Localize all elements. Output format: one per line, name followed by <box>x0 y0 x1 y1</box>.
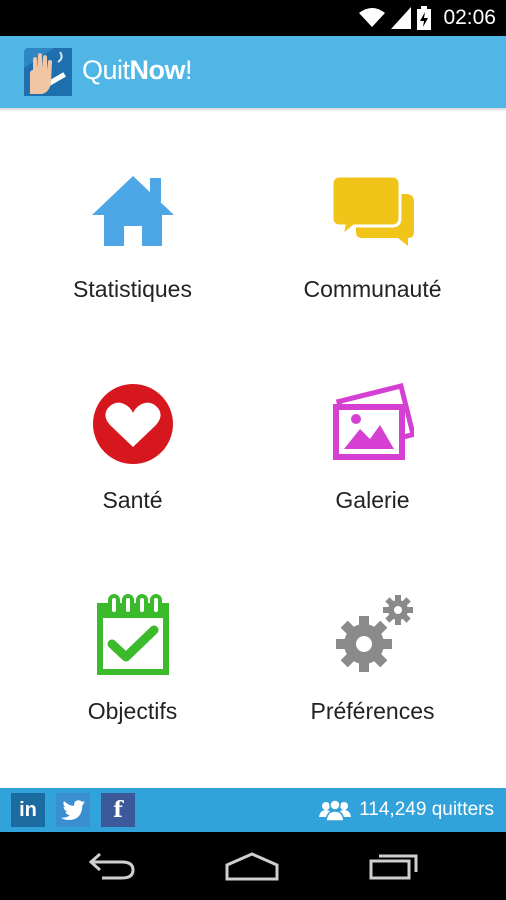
recents-button[interactable] <box>364 846 424 886</box>
home-icon <box>92 176 174 246</box>
app-title: QuitNow! <box>82 55 193 86</box>
navigation-bar <box>0 832 506 900</box>
menu-item-preferences[interactable]: Préférences <box>246 538 499 750</box>
menu-label: Objectifs <box>87 698 178 724</box>
menu-label: Galerie <box>335 487 410 513</box>
quitters-counter[interactable]: 114,249 quitters <box>319 788 494 832</box>
menu-item-communaute[interactable]: Communauté <box>246 116 499 328</box>
menu-label: Statistiques <box>73 276 192 302</box>
app-title-regular: Quit <box>82 55 130 85</box>
twitter-button[interactable] <box>56 793 90 827</box>
menu-label: Préférences <box>310 698 435 724</box>
facebook-icon: f <box>113 797 123 823</box>
menu-item-sante[interactable]: Santé <box>6 327 259 539</box>
status-time: 02:06 <box>443 6 496 29</box>
twitter-icon <box>61 800 85 820</box>
menu-item-galerie[interactable]: Galerie <box>246 327 499 539</box>
battery-charging-icon <box>417 6 432 30</box>
home-nav-icon <box>225 852 279 881</box>
linkedin-icon: in <box>19 798 37 821</box>
app-title-suffix: ! <box>185 55 193 85</box>
app-title-bold: Now <box>129 55 186 85</box>
heart-icon <box>93 384 173 464</box>
back-button[interactable] <box>82 846 142 886</box>
menu-grid: Statistiques Communauté Santé Galerie Ob… <box>0 112 506 788</box>
facebook-button[interactable]: f <box>101 793 135 827</box>
app-bar: QuitNow! <box>0 36 506 108</box>
calendar-check-icon <box>97 594 169 675</box>
chat-bubbles-icon <box>332 174 414 246</box>
status-bar: 02:06 <box>0 0 506 36</box>
home-button[interactable] <box>222 846 282 886</box>
quitnow-logo-icon[interactable] <box>24 48 72 96</box>
gears-icon <box>336 595 413 672</box>
quitters-count: 114,249 quitters <box>359 799 494 820</box>
menu-item-statistiques[interactable]: Statistiques <box>6 116 259 328</box>
menu-item-objectifs[interactable]: Objectifs <box>6 538 259 750</box>
linkedin-button[interactable]: in <box>11 793 45 827</box>
recents-icon <box>369 854 418 880</box>
menu-label: Santé <box>102 487 163 513</box>
gallery-icon <box>333 383 414 460</box>
wifi-icon <box>359 8 386 27</box>
back-icon <box>88 852 135 880</box>
footer-bar: in f 114,249 quitters <box>0 788 506 832</box>
menu-label: Communauté <box>303 276 442 302</box>
signal-icon <box>391 7 412 29</box>
users-group-icon <box>319 799 352 821</box>
